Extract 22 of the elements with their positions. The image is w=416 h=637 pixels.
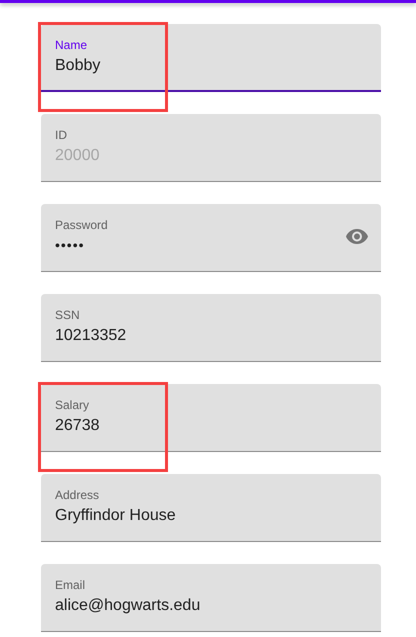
field-value: Gryffindor House bbox=[55, 507, 176, 525]
field-placeholder: 20000 bbox=[55, 147, 100, 165]
field-label: Salary bbox=[55, 398, 90, 412]
field-value: 10213352 bbox=[55, 327, 126, 345]
field-value: alice@hogwarts.edu bbox=[55, 597, 200, 615]
field-value: 26738 bbox=[55, 417, 100, 435]
text-field[interactable]: Password ••••• bbox=[41, 204, 381, 272]
text-field[interactable]: Address Gryffindor House bbox=[41, 474, 381, 542]
text-field[interactable]: Salary 26738 bbox=[41, 384, 381, 452]
field-label: Name bbox=[55, 38, 88, 52]
field-label: Email bbox=[55, 578, 86, 592]
field-value: Bobby bbox=[55, 57, 100, 75]
field-value: ••••• bbox=[55, 237, 85, 253]
field-label: Password bbox=[55, 218, 108, 232]
text-field[interactable]: Name Bobby bbox=[41, 24, 381, 92]
eye-icon[interactable] bbox=[345, 228, 369, 245]
field-label: Address bbox=[55, 488, 100, 502]
field-label: SSN bbox=[55, 308, 80, 322]
text-field[interactable]: ID 20000 bbox=[41, 114, 381, 182]
text-field[interactable]: SSN 10213352 bbox=[41, 294, 381, 362]
text-field[interactable]: Email alice@hogwarts.edu bbox=[41, 564, 381, 632]
field-label: ID bbox=[55, 128, 67, 142]
